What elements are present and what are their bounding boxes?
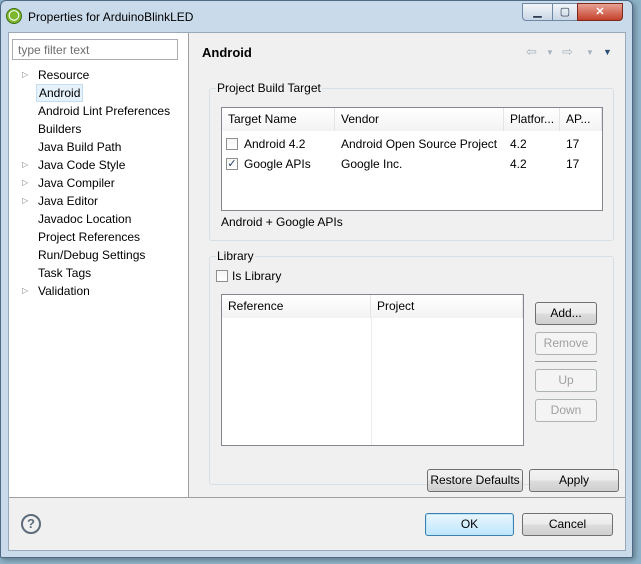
tree-item-java-build-path[interactable]: Java Build Path: [9, 138, 187, 156]
selected-target-description: Android + Google APIs: [221, 215, 343, 229]
dialog-body: ▷ Resource Android Android Lint Preferences…: [8, 32, 626, 551]
ok-button[interactable]: OK: [425, 513, 514, 536]
column-header-project[interactable]: Project: [371, 295, 523, 318]
tree-item-resource[interactable]: ▷ Resource: [9, 66, 187, 84]
expand-arrow-icon[interactable]: ▷: [22, 156, 28, 174]
tree-item-label: Task Tags: [38, 266, 92, 280]
tree-item-android[interactable]: Android: [9, 84, 187, 102]
forward-dropdown-icon[interactable]: ▼: [586, 48, 594, 57]
build-target-group: Project Build Target Target Name Vendor …: [209, 81, 614, 241]
view-menu-icon[interactable]: ▼: [603, 47, 612, 57]
properties-tree: ▷ Resource Android Android Lint Preferences…: [9, 66, 187, 300]
column-header-vendor[interactable]: Vendor: [335, 108, 504, 131]
is-library-checkbox[interactable]: [216, 270, 228, 282]
bottom-separator: [9, 497, 625, 498]
page-title: Android: [202, 45, 252, 60]
close-button[interactable]: ✕: [577, 3, 623, 21]
android-properties-page: Android ⇦ ▼ ⇨ ▼ ▼ Project Build Target T…: [190, 33, 625, 497]
tree-item-label: Resource: [38, 68, 90, 82]
column-divider: [371, 318, 372, 445]
restore-defaults-button[interactable]: Restore Defaults: [427, 469, 523, 492]
back-arrow-icon[interactable]: ⇦: [526, 44, 537, 60]
expand-arrow-icon[interactable]: ▷: [22, 66, 28, 84]
target-api: 17: [566, 137, 580, 151]
tree-item-label: Android Lint Preferences: [38, 104, 171, 118]
expand-arrow-icon[interactable]: ▷: [22, 192, 28, 210]
apply-button[interactable]: Apply: [529, 469, 619, 492]
tree-item-label: Project References: [38, 230, 141, 244]
expand-arrow-icon[interactable]: ▷: [22, 174, 28, 192]
tree-item-label: Java Build Path: [38, 140, 122, 154]
window-title: Properties for ArduinoBlinkLED: [28, 10, 194, 24]
tree-item-label: Java Editor: [38, 194, 99, 208]
column-header-reference[interactable]: Reference: [222, 295, 371, 318]
tree-item-label: Java Compiler: [38, 176, 115, 190]
build-target-group-label: Project Build Target: [216, 81, 322, 95]
library-table: Reference Project: [221, 294, 524, 446]
tree-item-label: Javadoc Location: [38, 212, 132, 226]
eclipse-app-icon: ◯: [6, 8, 22, 24]
tree-item-label: Validation: [38, 284, 90, 298]
tree-item-label: Java Code Style: [38, 158, 126, 172]
table-row[interactable]: ✓ Google APIs Google Inc. 4.2 17: [222, 154, 602, 174]
tree-item-label: Builders: [38, 122, 82, 136]
back-dropdown-icon[interactable]: ▼: [546, 48, 554, 57]
tree-item-java-compiler[interactable]: ▷ Java Compiler: [9, 174, 187, 192]
target-checkbox-android-4-2[interactable]: [226, 138, 238, 150]
target-platform: 4.2: [510, 137, 527, 151]
tree-item-java-editor[interactable]: ▷ Java Editor: [9, 192, 187, 210]
target-vendor: Android Open Source Project: [341, 137, 498, 151]
tree-item-android-lint-preferences[interactable]: Android Lint Preferences: [9, 102, 187, 120]
page-header: Android ⇦ ▼ ⇨ ▼ ▼: [190, 33, 625, 68]
tree-item-run-debug-settings[interactable]: Run/Debug Settings: [9, 246, 187, 264]
library-group-label: Library: [216, 249, 255, 263]
target-checkbox-google-apis[interactable]: ✓: [226, 158, 238, 170]
column-header-target-name[interactable]: Target Name: [222, 108, 335, 131]
minimize-button[interactable]: ▁: [522, 3, 553, 21]
library-group: Library Is Library Reference Project Add…: [209, 249, 614, 485]
up-button[interactable]: Up: [535, 369, 597, 392]
column-header-api[interactable]: AP...: [560, 108, 602, 131]
tree-item-builders[interactable]: Builders: [9, 120, 187, 138]
add-button[interactable]: Add...: [535, 302, 597, 325]
maximize-button[interactable]: ▢: [552, 3, 578, 21]
properties-dialog: ◯ Properties for ArduinoBlinkLED ▁ ▢ ✕ ▷…: [0, 0, 633, 558]
is-library-label[interactable]: Is Library: [232, 269, 281, 283]
remove-button[interactable]: Remove: [535, 332, 597, 355]
properties-navigation: ▷ Resource Android Android Lint Preferences…: [9, 33, 189, 497]
tree-item-java-code-style[interactable]: ▷ Java Code Style: [9, 156, 187, 174]
tree-item-task-tags[interactable]: Task Tags: [9, 264, 187, 282]
target-vendor: Google Inc.: [341, 157, 403, 171]
title-bar[interactable]: ◯ Properties for ArduinoBlinkLED ▁ ▢ ✕: [1, 1, 632, 33]
tree-item-project-references[interactable]: Project References: [9, 228, 187, 246]
target-name: Android 4.2: [244, 137, 306, 151]
target-api: 17: [566, 157, 580, 171]
cancel-button[interactable]: Cancel: [522, 513, 613, 536]
target-name: Google APIs: [244, 157, 311, 171]
down-button[interactable]: Down: [535, 399, 597, 422]
build-target-table: Target Name Vendor Platfor... AP... Andr…: [221, 107, 603, 211]
help-icon[interactable]: ?: [21, 514, 41, 534]
table-row[interactable]: Android 4.2 Android Open Source Project …: [222, 134, 602, 154]
column-header-platform[interactable]: Platfor...: [504, 108, 560, 131]
filter-input[interactable]: [12, 39, 178, 60]
tree-item-javadoc-location[interactable]: Javadoc Location: [9, 210, 187, 228]
tree-item-label: Run/Debug Settings: [38, 248, 146, 262]
tree-item-validation[interactable]: ▷ Validation: [9, 282, 187, 300]
tree-item-label: Android: [36, 84, 84, 102]
forward-arrow-icon[interactable]: ⇨: [562, 44, 573, 60]
button-separator: [535, 361, 597, 362]
target-platform: 4.2: [510, 157, 527, 171]
expand-arrow-icon[interactable]: ▷: [22, 282, 28, 300]
